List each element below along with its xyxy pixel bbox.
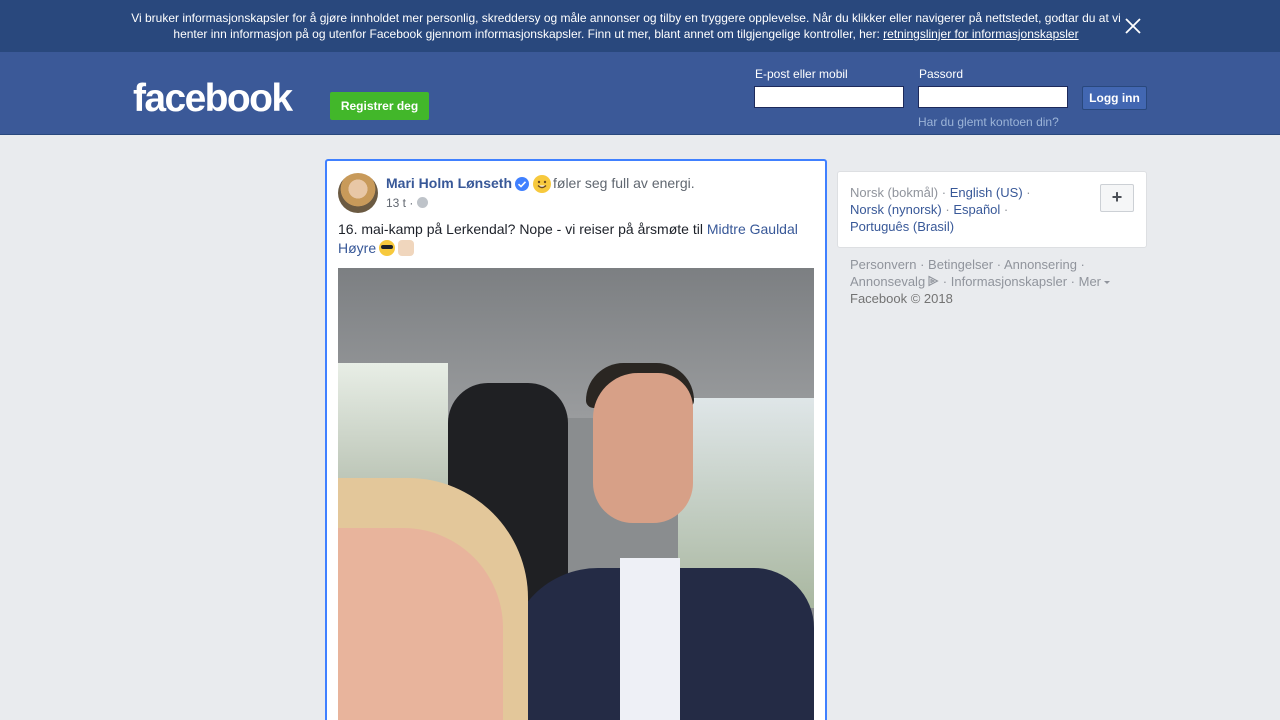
cookies-link[interactable]: Informasjonskapsler bbox=[951, 274, 1067, 289]
language-line-3: Português (Brasil) bbox=[850, 218, 954, 235]
page-footer: Personvern · Betingelser · Annonsering ·… bbox=[850, 256, 1140, 307]
more-link[interactable]: Mer bbox=[1079, 274, 1101, 289]
top-header: facebook Registrer deg E-post eller mobi… bbox=[0, 52, 1280, 135]
adchoices-icon bbox=[928, 275, 939, 287]
language-english[interactable]: English (US) bbox=[950, 185, 1023, 200]
post-card: Mari Holm Lønseth føler seg full av ener… bbox=[325, 159, 827, 720]
post-author[interactable]: Mari Holm Lønseth bbox=[386, 175, 512, 191]
more-languages-button[interactable]: + bbox=[1100, 184, 1134, 212]
cookie-banner: Vi bruker informasjonskapsler for å gjør… bbox=[0, 0, 1280, 52]
footer-links-2: Annonsevalg · Informasjonskapsler · Mer bbox=[850, 273, 1140, 290]
post-timestamp[interactable]: 13 t · bbox=[386, 196, 413, 210]
language-spanish[interactable]: Español bbox=[953, 202, 1000, 217]
language-line-1: Norsk (bokmål) · English (US) · bbox=[850, 185, 1031, 200]
password-label: Passord bbox=[919, 67, 964, 81]
post-feeling: føler seg full av energi. bbox=[553, 175, 695, 191]
smiling-face-icon bbox=[533, 175, 551, 193]
close-icon[interactable] bbox=[1121, 14, 1145, 38]
verified-badge-icon bbox=[515, 177, 529, 191]
terms-link[interactable]: Betingelser bbox=[928, 257, 993, 272]
email-field[interactable] bbox=[754, 86, 904, 108]
cookie-policy-link[interactable]: retningslinjer for informasjonskapsler bbox=[883, 27, 1078, 41]
fist-emoji-icon bbox=[398, 240, 415, 256]
copyright: Facebook © 2018 bbox=[850, 291, 953, 306]
post-text: 16. mai-kamp på Lerkendal? Nope - vi rei… bbox=[338, 220, 808, 258]
language-line-2: Norsk (nynorsk) · Español · bbox=[850, 202, 1009, 217]
login-button[interactable]: Logg inn bbox=[1082, 86, 1147, 110]
language-selector: Norsk (bokmål) · English (US) · Norsk (n… bbox=[837, 171, 1147, 248]
caret-down-icon bbox=[1104, 281, 1111, 284]
advertising-link[interactable]: Annonsering bbox=[1004, 257, 1077, 272]
sunglasses-emoji-icon bbox=[379, 240, 396, 256]
password-field[interactable] bbox=[918, 86, 1068, 108]
post-photo[interactable] bbox=[338, 268, 814, 720]
facebook-logo[interactable]: facebook bbox=[133, 76, 293, 122]
globe-icon bbox=[417, 197, 428, 208]
post-message: 16. mai-kamp på Lerkendal? Nope - vi rei… bbox=[338, 221, 707, 237]
adchoices-link[interactable]: Annonsevalg bbox=[850, 274, 925, 289]
privacy-link[interactable]: Personvern bbox=[850, 257, 916, 272]
language-portuguese[interactable]: Português (Brasil) bbox=[850, 219, 954, 234]
email-label: E-post eller mobil bbox=[755, 67, 848, 81]
avatar[interactable] bbox=[338, 173, 378, 213]
forgot-account-link[interactable]: Har du glemt kontoen din? bbox=[918, 115, 1059, 129]
footer-links-1: Personvern · Betingelser · Annonsering · bbox=[850, 257, 1085, 272]
language-nynorsk[interactable]: Norsk (nynorsk) bbox=[850, 202, 942, 217]
language-current: Norsk (bokmål) bbox=[850, 185, 939, 200]
register-button[interactable]: Registrer deg bbox=[330, 92, 429, 120]
cookie-text: Vi bruker informasjonskapsler for å gjør… bbox=[130, 10, 1122, 42]
